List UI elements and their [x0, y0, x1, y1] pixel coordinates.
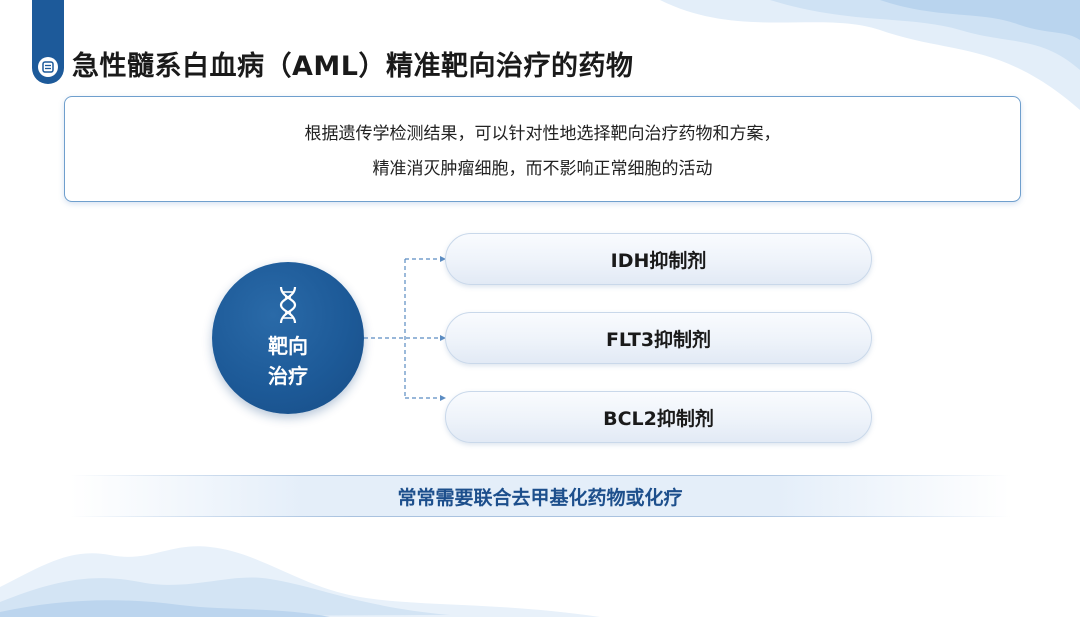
- footer-note-band: 常常需要联合去甲基化药物或化疗: [70, 475, 1010, 517]
- list-icon: [38, 57, 58, 77]
- dna-icon: [279, 286, 297, 324]
- band-divider-top: [70, 475, 1010, 476]
- drug-label: FLT3抑制剂: [605, 328, 712, 351]
- drug-label: IDH抑制剂: [610, 249, 707, 272]
- intro-line-1: 根据遗传学检测结果，可以针对性地选择靶向治疗药物和方案，: [304, 124, 781, 144]
- drug-pill-idh: IDH抑制剂: [445, 233, 872, 285]
- bottom-mountain-decoration: [0, 546, 600, 617]
- intro-box: 根据遗传学检测结果，可以针对性地选择靶向治疗药物和方案， 精准消灭肿瘤细胞，而不…: [64, 96, 1021, 202]
- page-title: 急性髓系白血病（AML）精准靶向治疗的药物: [72, 51, 634, 82]
- targeted-therapy-hub: 靶向 治疗: [212, 262, 364, 414]
- intro-line-2: 精准消灭肿瘤细胞，而不影响正常细胞的活动: [372, 159, 713, 179]
- drug-label: BCL2抑制剂: [603, 407, 714, 430]
- drug-pill-bcl2: BCL2抑制剂: [445, 391, 872, 443]
- hub-label-line-1: 靶向: [268, 334, 308, 358]
- band-divider-bottom: [70, 516, 1010, 517]
- hub-label-line-2: 治疗: [268, 364, 308, 388]
- drug-pill-flt3: FLT3抑制剂: [445, 312, 872, 364]
- footer-note: 常常需要联合去甲基化药物或化疗: [397, 486, 683, 509]
